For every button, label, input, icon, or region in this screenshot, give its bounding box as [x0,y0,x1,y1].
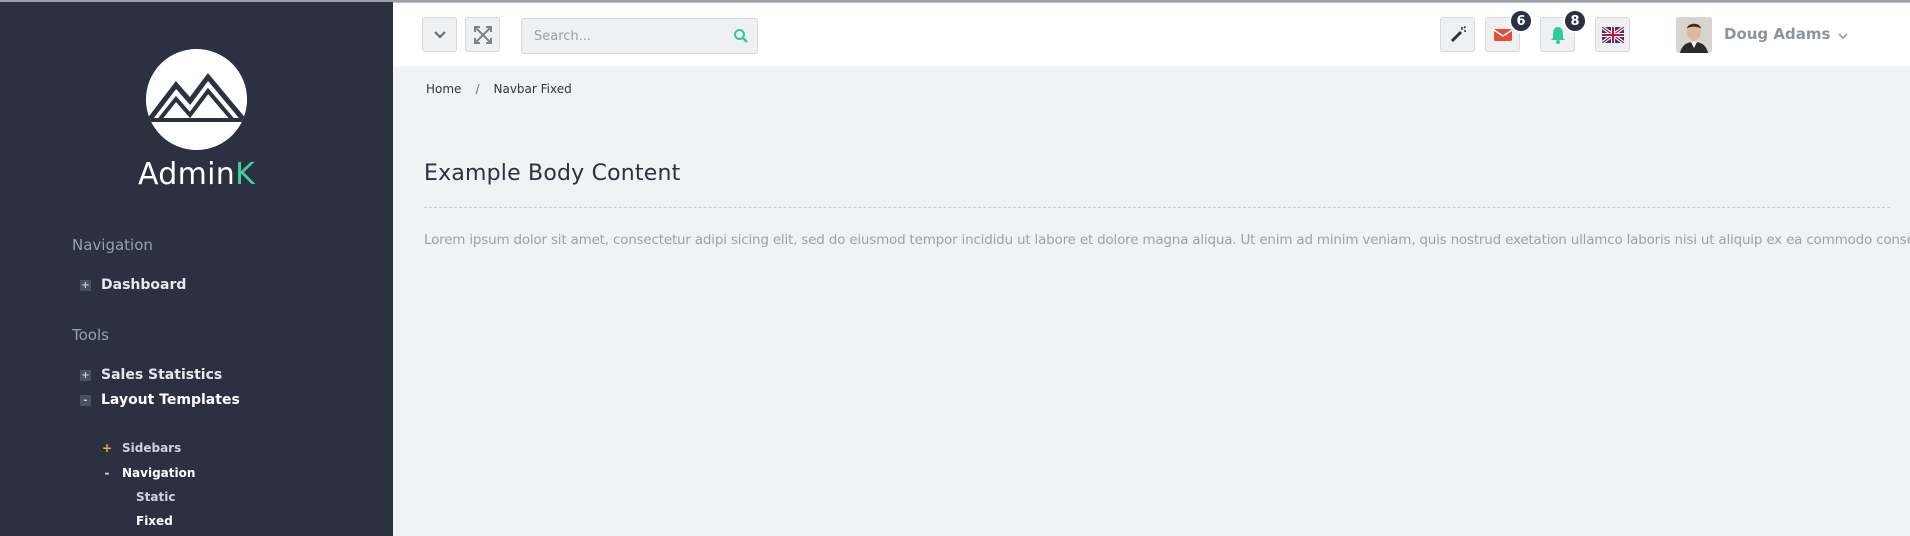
sidebar-subsubitem-static[interactable]: Static [136,488,175,506]
collapse-toggle-icon[interactable]: - [80,394,91,406]
expand-toggle-icon[interactable]: + [80,369,91,381]
sidebar-subitem-navigation[interactable]: - Navigation [102,464,196,482]
brand-logo[interactable] [146,49,247,150]
sidebar-item-layout-templates[interactable]: - Layout Templates [80,390,240,410]
collapse-sidebar-button[interactable] [422,17,457,52]
collapse-marker-icon: - [104,466,110,480]
breadcrumb-separator: / [475,82,480,96]
section-title-navigation: Navigation [72,236,153,254]
messages-count-badge: 6 [1509,9,1533,33]
search-icon[interactable] [733,28,749,44]
expand-arrows-icon [473,25,492,44]
sidebar-subsubitem-fixed[interactable]: Fixed [136,512,173,530]
mountain-logo-icon [146,49,247,150]
sidebar-subsubitem-label: Fixed [136,514,173,528]
sidebar: AdminK Navigation + Dashboard Tools + Sa… [0,0,393,536]
chevron-down-icon[interactable] [1836,29,1850,43]
sidebar-subitem-label: Sidebars [122,441,182,455]
chevron-down-icon [433,30,446,39]
breadcrumb-current: Navbar Fixed [493,82,572,96]
section-title-tools: Tools [72,326,109,344]
brand-name-main: Admin [137,157,236,192]
breadcrumb: Home / Navbar Fixed [426,82,572,96]
sidebar-item-label: Dashboard [101,277,187,293]
user-avatar[interactable] [1676,17,1712,53]
user-name[interactable]: Doug Adams [1724,25,1830,43]
sidebar-subsubitem-label: Static [136,490,176,504]
sidebar-item-label: Layout Templates [101,392,240,408]
sidebar-item-dashboard[interactable]: + Dashboard [80,275,186,295]
magic-wand-icon [1450,25,1466,42]
brand-name-accent: K [235,157,256,192]
envelope-icon [1493,28,1512,41]
uk-flag-icon [1601,26,1624,43]
sidebar-subitem-sidebars[interactable]: + Sidebars [102,439,181,457]
breadcrumb-home-link[interactable]: Home [426,82,461,96]
body-paragraph: Lorem ipsum dolor sit amet, consectetur … [424,232,1910,248]
avatar-portrait-icon [1676,17,1712,53]
sidebar-item-sales-statistics[interactable]: + Sales Statistics [80,365,222,385]
search-input[interactable] [534,19,729,53]
sidebar-subitem-label: Navigation [122,466,196,480]
top-navbar: 6 8 Doug Adams [393,2,1910,66]
sidebar-item-label: Sales Statistics [101,367,223,383]
fullscreen-button[interactable] [465,17,500,52]
expand-toggle-icon[interactable]: + [80,279,91,291]
magic-wand-button[interactable] [1440,17,1475,52]
bell-icon [1550,26,1565,44]
brand-name: AdminK [0,157,393,192]
expand-marker-icon: + [102,441,113,455]
language-button[interactable] [1595,17,1630,52]
content-divider [424,207,1890,208]
page-title: Example Body Content [424,161,681,186]
search-box [521,18,758,54]
notifications-count-badge: 8 [1563,9,1587,33]
